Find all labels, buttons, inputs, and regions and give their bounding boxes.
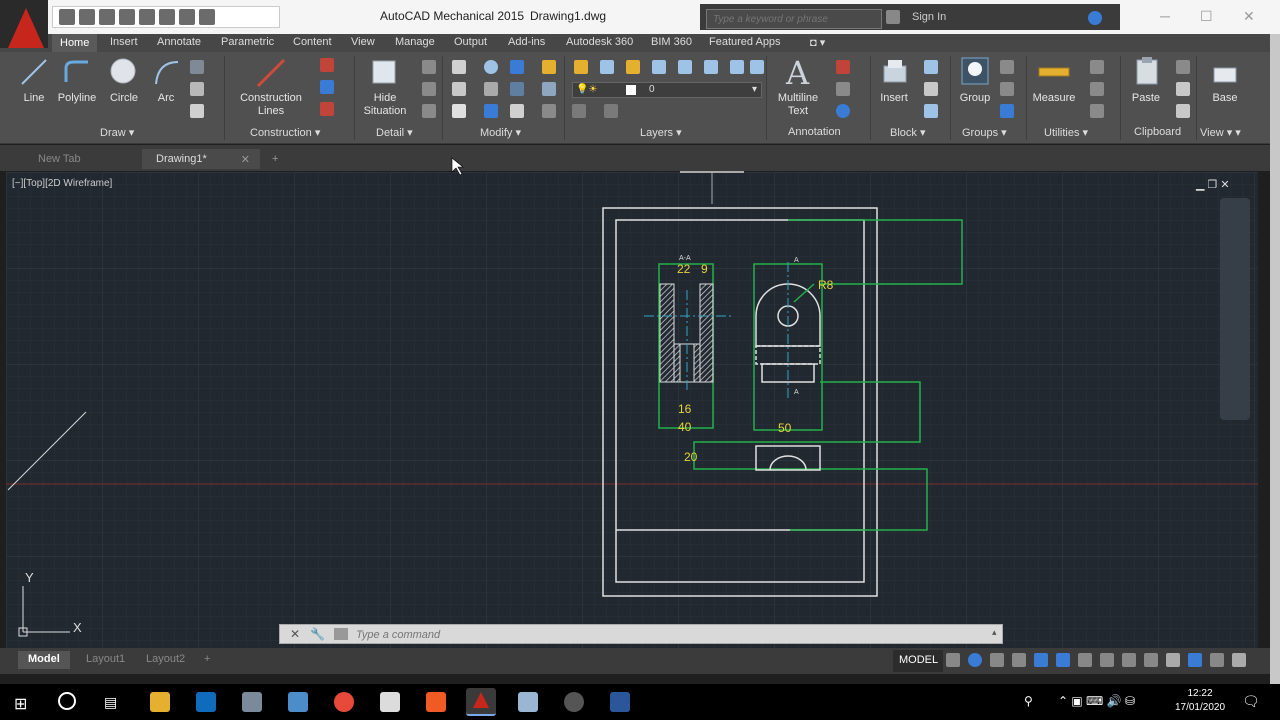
hardware-accel-icon[interactable] bbox=[1188, 653, 1202, 667]
people-icon[interactable]: ⚲ bbox=[1024, 694, 1033, 708]
customize-command-icon[interactable]: 🔧 bbox=[310, 627, 325, 641]
green-outline-top bbox=[788, 219, 963, 285]
navigation-bar[interactable] bbox=[1220, 198, 1250, 420]
sheet-outer-frame bbox=[602, 207, 878, 597]
section-hatch-left bbox=[659, 283, 675, 383]
osnap-icon[interactable] bbox=[1034, 653, 1048, 667]
dim-r8: R8 bbox=[818, 278, 834, 292]
otrack-icon[interactable] bbox=[1056, 653, 1070, 667]
green-outline-mid bbox=[693, 381, 928, 531]
camera-icon[interactable] bbox=[380, 692, 400, 712]
ucs-y-label: Y bbox=[25, 570, 34, 585]
isolate-icon[interactable] bbox=[1166, 653, 1180, 667]
section-mark-a-top: A bbox=[794, 257, 799, 264]
workspace-switch-icon[interactable] bbox=[1122, 653, 1136, 667]
command-line: ✕ 🔧 ▴ bbox=[279, 624, 1003, 644]
tab-layout1[interactable]: Layout1 bbox=[76, 651, 135, 669]
add-layout-button[interactable]: + bbox=[198, 651, 216, 669]
polar-icon[interactable] bbox=[1012, 653, 1026, 667]
clean-screen-icon[interactable] bbox=[1210, 653, 1224, 667]
section-label-aa: A-A bbox=[679, 255, 691, 262]
chrome-icon[interactable] bbox=[334, 692, 354, 712]
brave-icon[interactable] bbox=[426, 692, 446, 712]
tray-icons[interactable]: ⌃ ▣ ⌨ 🔊 ⛁ bbox=[1058, 694, 1135, 708]
command-input[interactable] bbox=[356, 627, 986, 643]
right-scrollbar[interactable] bbox=[1270, 34, 1280, 684]
section-mark-a-bottom: A bbox=[794, 389, 799, 396]
bottom-view-arc bbox=[769, 455, 807, 471]
app-icon-1[interactable] bbox=[242, 692, 262, 712]
task-view-icon[interactable]: ▤ bbox=[104, 694, 117, 711]
snap-icon[interactable] bbox=[968, 653, 982, 667]
lineweight-icon[interactable] bbox=[1078, 653, 1092, 667]
app-icon-3[interactable] bbox=[518, 692, 538, 712]
model-label: MODEL bbox=[899, 654, 939, 666]
dim-16: 16 bbox=[678, 402, 692, 416]
outlook-icon[interactable] bbox=[196, 692, 216, 712]
app-icon-4[interactable] bbox=[564, 692, 584, 712]
sheet-inner-frame bbox=[615, 219, 865, 583]
dim-9: 9 bbox=[701, 262, 708, 276]
dim-40: 40 bbox=[678, 420, 692, 434]
section-hatch-right bbox=[699, 283, 714, 383]
annotation-scale-icon[interactable] bbox=[1100, 653, 1114, 667]
command-prompt-icon[interactable] bbox=[334, 628, 348, 640]
clock-date: 17/01/2020 bbox=[1174, 702, 1226, 713]
close-command-icon[interactable]: ✕ bbox=[290, 627, 300, 641]
ucs-x-label: X bbox=[73, 620, 82, 635]
status-tools bbox=[946, 653, 1246, 667]
windows-start-icon[interactable]: ⊞ bbox=[14, 694, 27, 714]
clock-time: 12:22 bbox=[1187, 688, 1213, 699]
word-icon[interactable] bbox=[610, 692, 630, 712]
status-bar: Model Layout1 Layout2 + MODEL bbox=[0, 648, 1270, 674]
mouse-cursor-icon bbox=[451, 157, 464, 176]
ortho-icon[interactable] bbox=[990, 653, 1004, 667]
taskbar-clock[interactable]: 12:22 17/01/2020 bbox=[1168, 687, 1232, 715]
dim-22: 22 bbox=[677, 262, 691, 276]
notifications-icon[interactable]: 🗨 bbox=[1242, 693, 1260, 710]
diagonal-line bbox=[7, 411, 87, 491]
customization-icon[interactable] bbox=[1232, 653, 1246, 667]
tab-model[interactable]: Model bbox=[18, 651, 70, 669]
app-icon-2[interactable] bbox=[288, 692, 308, 712]
cortana-icon[interactable] bbox=[58, 692, 76, 710]
bottom-view-outline bbox=[755, 445, 821, 471]
tab-layout2[interactable]: Layout2 bbox=[136, 651, 195, 669]
grid-icon[interactable] bbox=[946, 653, 960, 667]
command-history-icon[interactable]: ▴ bbox=[992, 627, 997, 638]
windows-taskbar: ⊞ ▤ ⚲ ⌃ ▣ ⌨ 🔊 ⛁ 12:22 17/01/2020 🗨 bbox=[0, 684, 1280, 720]
file-explorer-icon[interactable] bbox=[150, 692, 170, 712]
plus-icon[interactable] bbox=[1144, 653, 1158, 667]
dim-50: 50 bbox=[778, 421, 792, 435]
drawing-canvas: A-A 22 9 R8 16 40 50 20 A A Y X bbox=[6, 157, 1258, 637]
dim-20: 20 bbox=[684, 450, 698, 464]
